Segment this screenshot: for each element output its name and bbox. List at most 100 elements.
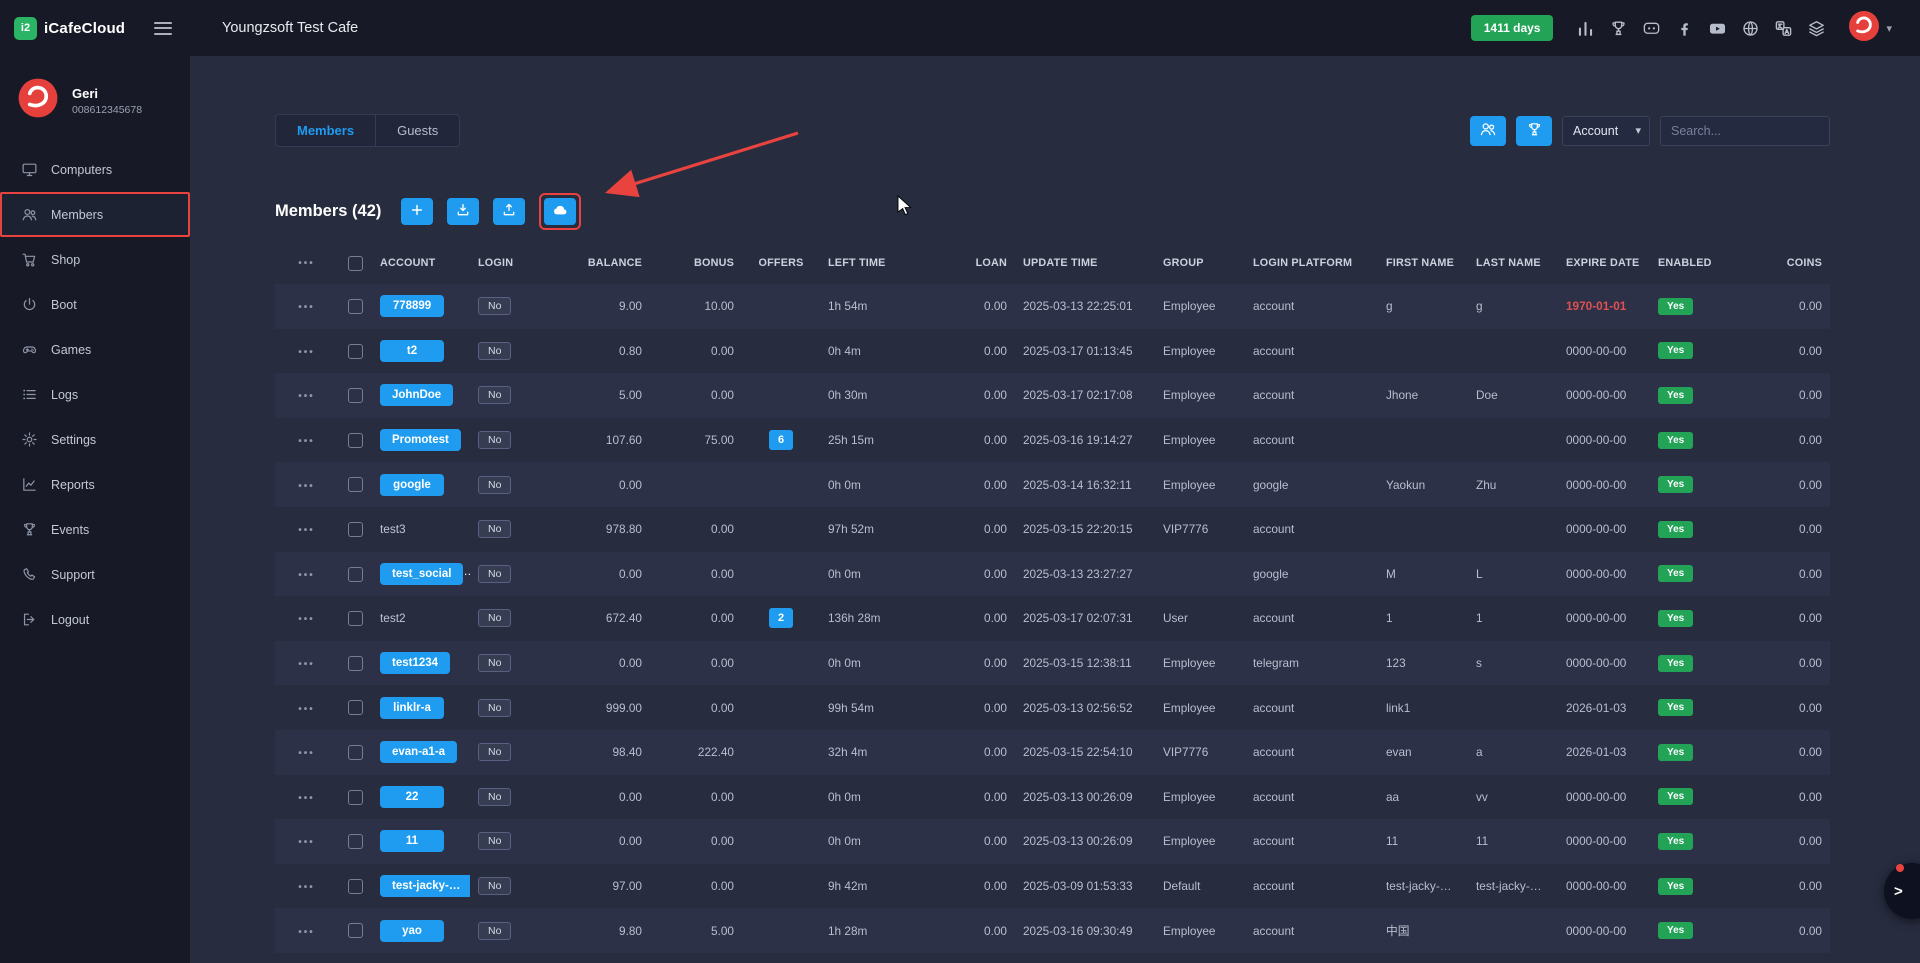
enabled-badge[interactable]: Yes <box>1658 922 1693 939</box>
enabled-badge[interactable]: Yes <box>1658 788 1693 805</box>
row-actions-icon[interactable]: ••• <box>298 570 315 581</box>
account-badge[interactable]: 11 <box>380 830 444 852</box>
row-actions[interactable]: ••• <box>275 819 338 864</box>
col-header-account[interactable]: ACCOUNT <box>372 242 470 284</box>
sidebar-item-games[interactable]: Games <box>0 327 190 372</box>
facebook-icon[interactable] <box>1675 19 1694 38</box>
search-input[interactable] <box>1660 116 1830 146</box>
enabled-badge[interactable]: Yes <box>1658 655 1693 672</box>
row-checkbox[interactable] <box>348 299 363 314</box>
enabled-badge[interactable]: Yes <box>1658 298 1693 315</box>
col-header-balance[interactable]: BALANCE <box>560 242 650 284</box>
col-header-left-time[interactable]: LEFT TIME <box>820 242 950 284</box>
row-actions-icon[interactable]: ••• <box>298 793 315 804</box>
row-actions-icon[interactable]: ••• <box>298 659 315 670</box>
discord-icon[interactable] <box>1642 19 1661 38</box>
col-header-enabled[interactable]: ENABLED <box>1650 242 1735 284</box>
account-badge[interactable]: linklr-a <box>380 697 444 719</box>
tab-guests[interactable]: Guests <box>376 114 460 147</box>
row-actions[interactable]: ••• <box>275 507 338 552</box>
account-badge[interactable]: yao <box>380 920 444 942</box>
offers-badge[interactable]: 2 <box>769 608 793 628</box>
account-badge[interactable]: t2 <box>380 340 444 362</box>
col-header-group[interactable]: GROUP <box>1155 242 1245 284</box>
row-checkbox[interactable] <box>348 923 363 938</box>
enabled-badge[interactable]: Yes <box>1658 833 1693 850</box>
row-checkbox[interactable] <box>348 834 363 849</box>
col-header-login[interactable]: LOGIN <box>470 242 560 284</box>
col-header-login-platform[interactable]: LOGIN PLATFORM <box>1245 242 1378 284</box>
account-badge[interactable]: test_social <box>380 563 463 585</box>
sidebar-item-logout[interactable]: Logout <box>0 597 190 642</box>
col-header-bonus[interactable]: BONUS <box>650 242 742 284</box>
account-badge[interactable]: 22 <box>380 786 444 808</box>
col-header-expire-date[interactable]: EXPIRE DATE <box>1558 242 1650 284</box>
col-header-offers[interactable]: OFFERS <box>742 242 820 284</box>
offers-badge[interactable]: 6 <box>769 430 793 450</box>
row-checkbox[interactable] <box>348 700 363 715</box>
row-checkbox[interactable] <box>348 477 363 492</box>
sidebar-item-settings[interactable]: Settings <box>0 417 190 462</box>
enabled-badge[interactable]: Yes <box>1658 476 1693 493</box>
row-actions[interactable]: ••• <box>275 641 338 686</box>
translate-icon[interactable] <box>1774 19 1793 38</box>
row-actions[interactable]: ••• <box>275 329 338 374</box>
account-badge[interactable]: evan-a1-a <box>380 741 457 763</box>
sidebar-item-shop[interactable]: Shop <box>0 237 190 282</box>
account-badge[interactable]: Promotest <box>380 429 461 451</box>
stats-icon[interactable] <box>1576 19 1595 38</box>
sidebar-item-computers[interactable]: Computers <box>0 147 190 192</box>
enabled-badge[interactable]: Yes <box>1658 521 1693 538</box>
row-actions[interactable]: ••• <box>275 552 338 597</box>
row-actions-icon[interactable]: ••• <box>298 347 315 358</box>
import-members-button[interactable] <box>447 198 479 225</box>
enabled-badge[interactable]: Yes <box>1658 565 1693 582</box>
sidebar-item-reports[interactable]: Reports <box>0 462 190 507</box>
youtube-icon[interactable] <box>1708 19 1727 38</box>
row-actions-icon[interactable]: ••• <box>298 704 315 715</box>
col-header-loan[interactable]: LOAN <box>950 242 1015 284</box>
row-actions-icon[interactable]: ••• <box>298 837 315 848</box>
row-checkbox[interactable] <box>348 388 363 403</box>
tab-members[interactable]: Members <box>275 114 376 147</box>
search-category-select[interactable]: Account <box>1562 116 1650 146</box>
sidebar-item-logs[interactable]: Logs <box>0 372 190 417</box>
guests-view-button[interactable] <box>1516 116 1552 146</box>
select-all-checkbox[interactable] <box>348 256 363 271</box>
row-actions-icon[interactable]: ••• <box>298 748 315 759</box>
row-checkbox[interactable] <box>348 611 363 626</box>
sidebar-item-support[interactable]: Support <box>0 552 190 597</box>
account-text[interactable]: test2 <box>380 611 406 625</box>
integrations-icon[interactable] <box>1807 19 1826 38</box>
account-menu[interactable]: ▾ <box>1847 9 1892 48</box>
col-header-first-name[interactable]: FIRST NAME <box>1378 242 1468 284</box>
trophy-icon[interactable] <box>1609 19 1628 38</box>
row-checkbox[interactable] <box>348 879 363 894</box>
row-actions[interactable]: ••• <box>275 284 338 329</box>
add-member-button[interactable] <box>401 198 433 225</box>
sidebar-item-members[interactable]: Members <box>0 192 190 237</box>
row-checkbox[interactable] <box>348 790 363 805</box>
row-checkbox[interactable] <box>348 344 363 359</box>
enabled-badge[interactable]: Yes <box>1658 699 1693 716</box>
website-icon[interactable] <box>1741 19 1760 38</box>
enabled-badge[interactable]: Yes <box>1658 342 1693 359</box>
row-checkbox[interactable] <box>348 433 363 448</box>
row-checkbox[interactable] <box>348 656 363 671</box>
row-actions[interactable]: ••• <box>275 864 338 909</box>
sidebar-item-events[interactable]: Events <box>0 507 190 552</box>
col-header-update-time[interactable]: UPDATE TIME <box>1015 242 1155 284</box>
enabled-badge[interactable]: Yes <box>1658 387 1693 404</box>
row-actions-icon[interactable]: ••• <box>298 525 315 536</box>
row-actions[interactable]: ••• <box>275 418 338 463</box>
row-actions[interactable]: ••• <box>275 596 338 641</box>
row-actions-icon[interactable]: ••• <box>298 436 315 447</box>
account-badge[interactable]: 778899 <box>380 295 444 317</box>
row-actions[interactable]: ••• <box>275 908 338 953</box>
row-actions-icon[interactable]: ••• <box>298 927 315 938</box>
row-actions[interactable]: ••• <box>275 953 338 963</box>
row-actions[interactable]: ••• <box>275 730 338 775</box>
row-actions-icon[interactable]: ••• <box>298 391 315 402</box>
row-checkbox[interactable] <box>348 567 363 582</box>
row-actions-icon[interactable]: ••• <box>298 302 315 313</box>
